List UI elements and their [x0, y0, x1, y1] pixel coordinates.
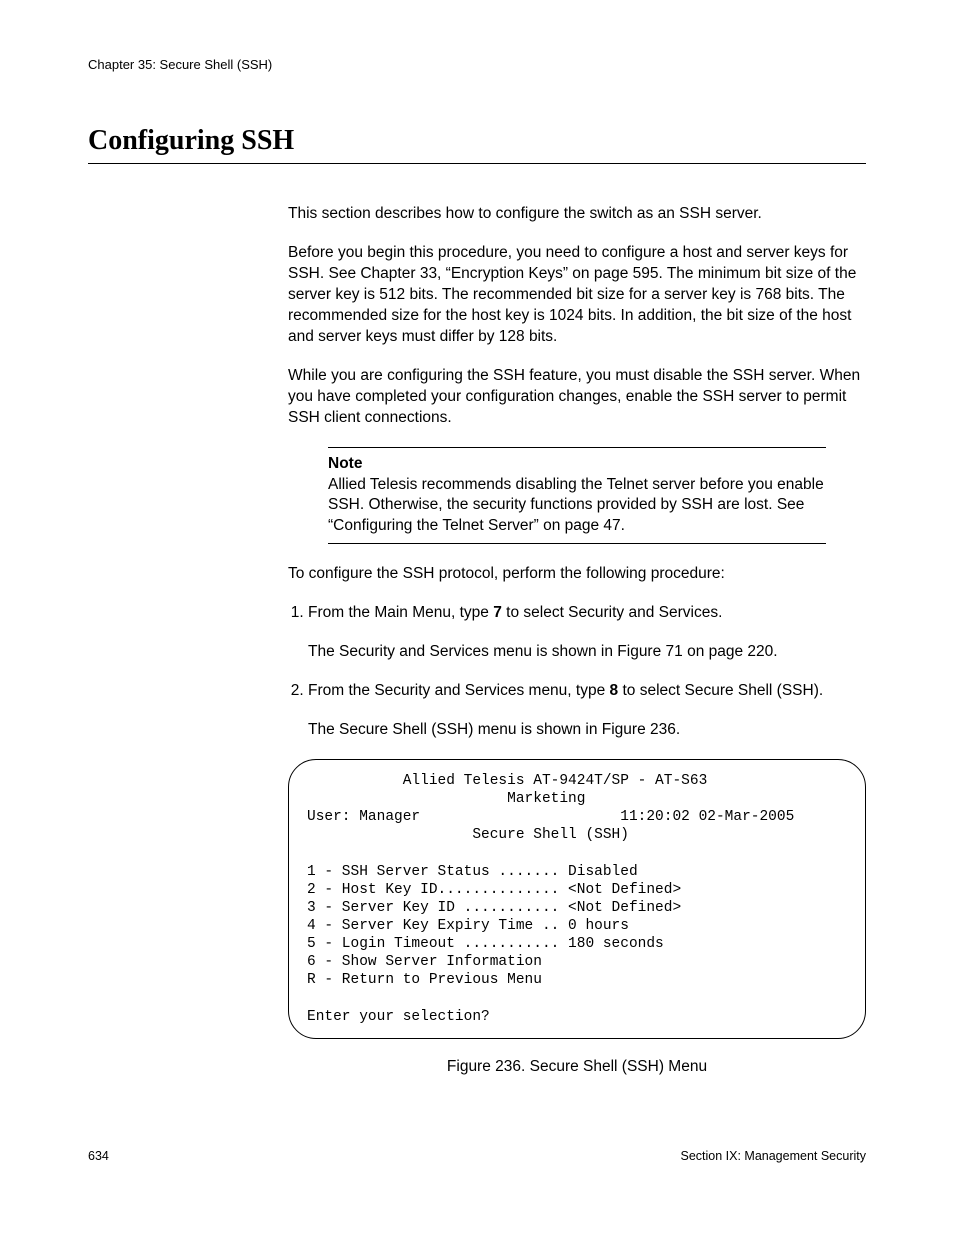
title-rule	[88, 163, 866, 164]
step-2-follow: The Secure Shell (SSH) menu is shown in …	[308, 720, 866, 741]
section-title: Configuring SSH	[88, 122, 866, 160]
note-box: Note Allied Telesis recommends disabling…	[328, 447, 826, 545]
paragraph-intro: This section describes how to configure …	[288, 204, 866, 225]
menu-opt-r: R - Return to Previous Menu	[307, 972, 542, 988]
page-footer: 634 Section IX: Management Security	[88, 1148, 866, 1165]
paragraph-while: While you are configuring the SSH featur…	[288, 366, 866, 429]
paragraph-before: Before you begin this procedure, you nee…	[288, 243, 866, 348]
menu-opt-2: 2 - Host Key ID.............. <Not Defin…	[307, 882, 681, 898]
procedure-steps: From the Main Menu, type 7 to select Sec…	[288, 603, 866, 741]
menu-opt-3: 3 - Server Key ID ........... <Not Defin…	[307, 900, 681, 916]
section-label: Section IX: Management Security	[680, 1148, 866, 1165]
ssh-menu-box: Allied Telesis AT-9424T/SP - AT-S63 Mark…	[288, 759, 866, 1039]
menu-line-4: Secure Shell (SSH)	[307, 827, 629, 843]
note-label: Note	[328, 455, 362, 472]
menu-opt-1: 1 - SSH Server Status ....... Disabled	[307, 864, 638, 880]
menu-opt-5: 5 - Login Timeout ........... 180 second…	[307, 936, 664, 952]
menu-opt-4: 4 - Server Key Expiry Time .. 0 hours	[307, 918, 629, 934]
procedure-intro: To configure the SSH protocol, perform t…	[288, 564, 866, 585]
figure-caption: Figure 236. Secure Shell (SSH) Menu	[288, 1057, 866, 1078]
page-number: 634	[88, 1148, 109, 1165]
step-2: From the Security and Services menu, typ…	[308, 681, 866, 741]
step-1-bold: 7	[493, 604, 502, 621]
menu-line-2: Marketing	[307, 791, 585, 807]
menu-line-1: Allied Telesis AT-9424T/SP - AT-S63	[307, 773, 707, 789]
chapter-header: Chapter 35: Secure Shell (SSH)	[88, 56, 866, 74]
step-1-follow: The Security and Services menu is shown …	[308, 642, 866, 663]
step-1-pre: From the Main Menu, type	[308, 604, 493, 621]
menu-line-3: User: Manager 11:20:02 02-Mar-2005	[307, 809, 794, 825]
note-text: Allied Telesis recommends disabling the …	[328, 476, 824, 535]
step-1: From the Main Menu, type 7 to select Sec…	[308, 603, 866, 663]
step-2-post: to select Secure Shell (SSH).	[618, 682, 823, 699]
body-column: This section describes how to configure …	[288, 204, 866, 1077]
menu-prompt: Enter your selection?	[307, 1009, 490, 1025]
step-1-post: to select Security and Services.	[502, 604, 723, 621]
step-2-bold: 8	[610, 682, 619, 699]
step-2-pre: From the Security and Services menu, typ…	[308, 682, 610, 699]
menu-opt-6: 6 - Show Server Information	[307, 954, 542, 970]
